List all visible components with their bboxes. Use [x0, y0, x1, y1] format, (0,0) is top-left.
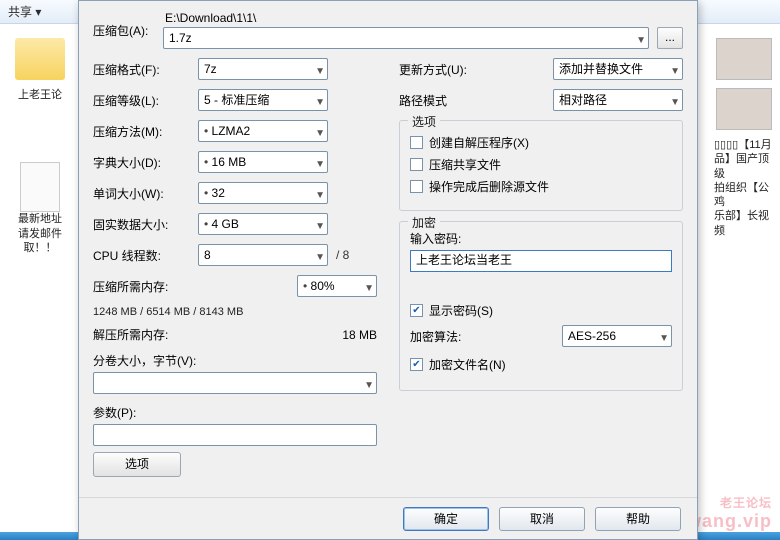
chevron-down-icon: ▼ — [659, 329, 669, 349]
chevron-down-icon: ▼ — [364, 376, 374, 396]
level-combo[interactable]: 5 - 标准压缩▼ — [198, 89, 328, 111]
params-label: 参数(P): — [93, 404, 377, 421]
textfile-label: 最新地址 请发邮件 取！！ — [10, 212, 70, 255]
sfx-checkbox[interactable] — [410, 136, 423, 149]
format-combo[interactable]: 7z▼ — [198, 58, 328, 80]
method-combo[interactable]: LZMA2▼ — [198, 120, 328, 142]
show-password-checkbox[interactable]: ✔ — [410, 304, 423, 317]
word-label: 单词大小(W): — [93, 185, 198, 202]
video-thumb-icon[interactable] — [716, 88, 772, 130]
chevron-down-icon: ▼ — [315, 62, 325, 82]
chevron-down-icon: ▼ — [364, 279, 374, 299]
threads-combo[interactable]: 8▼ — [198, 244, 328, 266]
left-column: 压缩格式(F): 7z▼ 压缩等级(L): 5 - 标准压缩▼ 压缩方法(M):… — [93, 58, 377, 477]
word-combo[interactable]: 32▼ — [198, 182, 328, 204]
archive-filename-combo[interactable]: 1.7z▼ — [163, 27, 649, 49]
split-combo[interactable]: ▼ — [93, 372, 377, 394]
help-button[interactable]: 帮助 — [595, 507, 681, 531]
threads-total: / 8 — [336, 248, 349, 262]
update-label: 更新方式(U): — [399, 61, 489, 78]
text-file-icon[interactable] — [20, 162, 60, 212]
dialog-footer: 确定 取消 帮助 — [79, 497, 697, 539]
compress-dialog: 压缩包(A): E:\Download\1\1\ 1.7z▼ ... 压缩格式(… — [78, 0, 698, 540]
bg-left-icons: 上老王论 最新地址 请发邮件 取！！ — [10, 30, 70, 255]
archive-label: 压缩包(A): — [93, 22, 163, 39]
video-thumb-icon[interactable] — [716, 38, 772, 80]
chevron-down-icon: ▼ — [315, 124, 325, 144]
encryption-fieldset: 加密 输入密码: 上老王论坛当老王 ✔显示密码(S) 加密算法: AES-256… — [399, 221, 683, 391]
options-fieldset: 选项 创建自解压程序(X) 压缩共享文件 操作完成后删除源文件 — [399, 120, 683, 211]
bg-right-icons: ▯▯▯▯【11月 品】国产顶级 拍组织【公鸡 乐部】长视频 — [714, 30, 774, 238]
folder-icon[interactable] — [15, 38, 65, 80]
pathmode-combo[interactable]: 相对路径▼ — [553, 89, 683, 111]
shared-label: 压缩共享文件 — [429, 156, 501, 173]
archive-path: E:\Download\1\1\ — [163, 11, 683, 27]
options-button[interactable]: 选项 — [93, 452, 181, 477]
delete-checkbox[interactable] — [410, 180, 423, 193]
method-label: 压缩方法(M): — [93, 123, 198, 140]
show-password-label: 显示密码(S) — [429, 302, 493, 319]
ok-button[interactable]: 确定 — [403, 507, 489, 531]
video-label: ▯▯▯▯【11月 品】国产顶级 拍组织【公鸡 乐部】长视频 — [714, 138, 774, 238]
password-input[interactable]: 上老王论坛当老王 — [410, 250, 672, 272]
share-menu[interactable]: 共享 ▾ — [8, 5, 41, 19]
chevron-down-icon: ▼ — [636, 31, 646, 51]
dict-combo[interactable]: 16 MB▼ — [198, 151, 328, 173]
solid-label: 固实数据大小: — [93, 216, 198, 233]
mem-decomp-value: 18 MB — [342, 328, 377, 342]
pathmode-label: 路径模式 — [399, 92, 489, 109]
cancel-button[interactable]: 取消 — [499, 507, 585, 531]
chevron-down-icon: ▼ — [670, 93, 680, 113]
format-label: 压缩格式(F): — [93, 61, 198, 78]
shared-checkbox[interactable] — [410, 158, 423, 171]
dict-label: 字典大小(D): — [93, 154, 198, 171]
mem-comp-detail: 1248 MB / 6514 MB / 8143 MB — [93, 306, 377, 318]
chevron-down-icon: ▼ — [670, 62, 680, 82]
threads-label: CPU 线程数: — [93, 247, 198, 264]
encryption-legend: 加密 — [408, 214, 440, 231]
params-input[interactable] — [93, 424, 377, 446]
folder-label: 上老王论 — [10, 88, 70, 102]
solid-combo[interactable]: 4 GB▼ — [198, 213, 328, 235]
split-label: 分卷大小，字节(V): — [93, 352, 377, 369]
level-label: 压缩等级(L): — [93, 92, 198, 109]
enc-method-combo[interactable]: AES-256▼ — [562, 325, 672, 347]
browse-button[interactable]: ... — [657, 27, 683, 49]
options-legend: 选项 — [408, 113, 440, 130]
chevron-down-icon: ▼ — [315, 93, 325, 113]
chevron-down-icon: ▼ — [315, 217, 325, 237]
encrypt-names-checkbox[interactable]: ✔ — [410, 358, 423, 371]
chevron-down-icon: ▼ — [315, 155, 325, 175]
mem-pct-combo[interactable]: 80%▼ — [297, 275, 377, 297]
delete-label: 操作完成后删除源文件 — [429, 178, 549, 195]
enc-method-label: 加密算法: — [410, 328, 500, 345]
mem-decomp-label: 解压所需内存: — [93, 326, 198, 343]
right-column: 更新方式(U): 添加并替换文件▼ 路径模式 相对路径▼ 选项 创建自解压程序(… — [399, 58, 683, 477]
update-combo[interactable]: 添加并替换文件▼ — [553, 58, 683, 80]
password-label: 输入密码: — [410, 230, 672, 247]
encrypt-names-label: 加密文件名(N) — [429, 356, 506, 373]
chevron-down-icon: ▼ — [315, 186, 325, 206]
mem-comp-label: 压缩所需内存: — [93, 278, 198, 295]
sfx-label: 创建自解压程序(X) — [429, 134, 529, 151]
chevron-down-icon: ▼ — [315, 248, 325, 268]
